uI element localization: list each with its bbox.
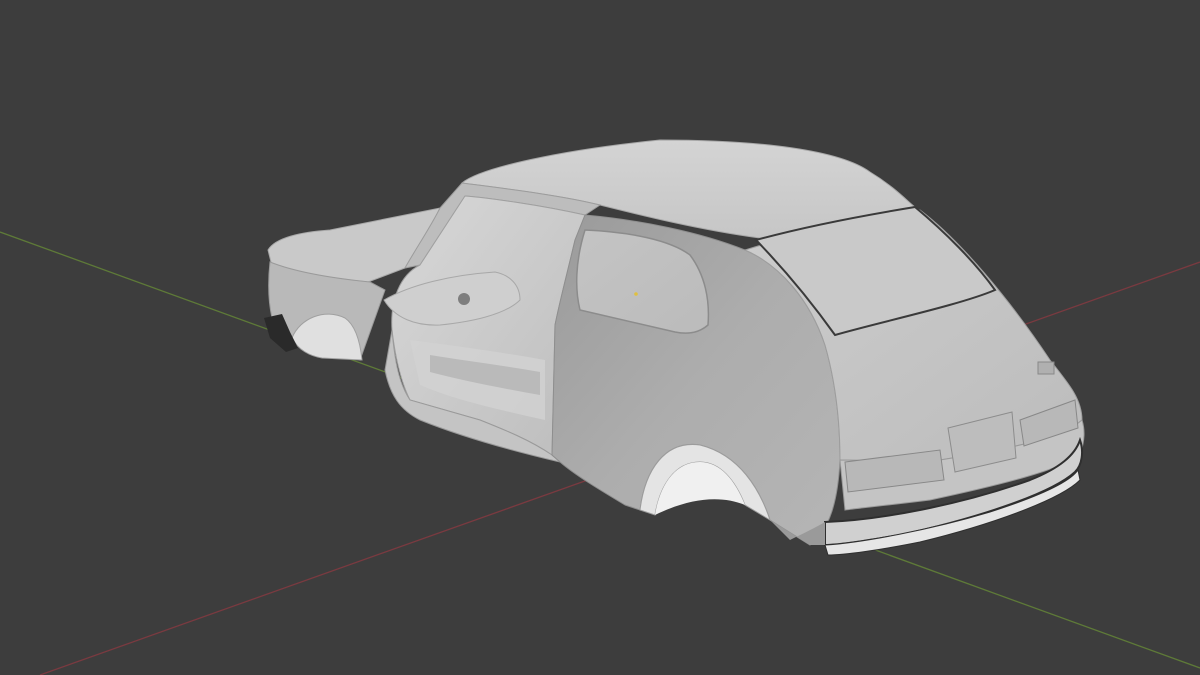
- rear-badge-icon: [1037, 361, 1055, 375]
- viewport-canvas[interactable]: [0, 0, 1200, 675]
- object-origin-icon: [634, 292, 638, 296]
- interior-hole: [458, 293, 470, 305]
- 3d-viewport[interactable]: [0, 0, 1200, 675]
- car-body-mesh[interactable]: [264, 139, 1085, 556]
